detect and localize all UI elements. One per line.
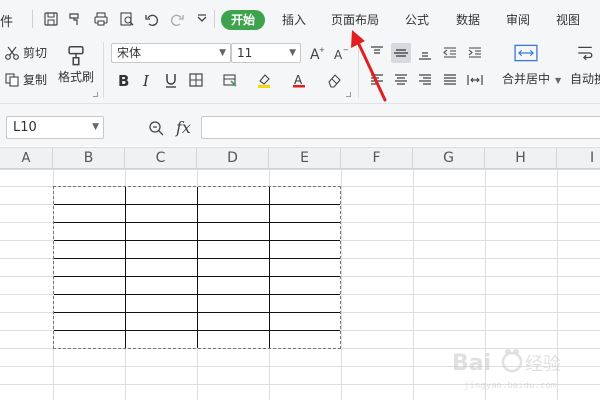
align-middle-icon[interactable] <box>391 43 411 63</box>
font-name-select[interactable]: 宋体 ▼ <box>111 43 231 63</box>
column-header-h[interactable]: H <box>485 148 557 169</box>
column-header-i[interactable]: I <box>557 148 600 169</box>
file-menu-partial[interactable]: 件 <box>0 11 13 30</box>
font-size-value: 11 <box>237 46 253 60</box>
clipboard-group-launcher[interactable] <box>93 92 98 97</box>
borders-icon[interactable] <box>186 70 206 90</box>
scissors-icon <box>5 46 19 60</box>
chevron-down-icon: ▼ <box>92 122 99 132</box>
align-right-icon[interactable] <box>415 70 435 90</box>
font-size-select[interactable]: 11 ▼ <box>231 43 301 63</box>
increase-indent-icon[interactable] <box>465 43 485 63</box>
formula-bar: L10 ▼ fx <box>0 104 600 146</box>
tab-review[interactable]: 审阅 <box>505 10 531 30</box>
merge-center-button[interactable]: 合并居中 <box>502 44 550 87</box>
column-header-e[interactable]: E <box>269 148 341 169</box>
merge-cells-icon <box>514 44 538 62</box>
justify-icon[interactable] <box>440 70 460 90</box>
ribbon-home: 剪切 复制 格式刷 宋体 ▼ 11 ▼ A + A − B I A 合并居中 ▼… <box>0 38 600 104</box>
tab-insert[interactable]: 插入 <box>281 10 307 30</box>
decrease-font-size-icon[interactable]: A − <box>331 43 351 63</box>
auto-wrap-label: 自动换 <box>570 72 600 86</box>
font-name-value: 宋体 <box>117 46 142 60</box>
column-header-c[interactable]: C <box>125 148 197 169</box>
menu-separator <box>214 10 215 28</box>
tab-home[interactable]: 开始 <box>221 10 266 30</box>
paintbrush-icon <box>68 45 84 66</box>
name-box[interactable]: L10 ▼ <box>6 116 104 139</box>
svg-text:jingyan.baidu.com: jingyan.baidu.com <box>464 381 556 391</box>
format-painter-button[interactable]: 格式刷 <box>58 44 94 85</box>
baidu-jingyan-watermark: Bai 经验 jingyan.baidu.com <box>450 340 590 395</box>
undo-icon[interactable] <box>143 11 161 27</box>
align-top-icon[interactable] <box>367 43 387 63</box>
bold-icon[interactable]: B <box>113 70 133 90</box>
column-header-f[interactable]: F <box>341 148 413 169</box>
watermark-logo-icon: Bai 经验 jingyan.baidu.com <box>452 349 561 391</box>
tab-formulas[interactable]: 公式 <box>404 10 430 30</box>
redo-icon[interactable] <box>168 11 186 27</box>
column-header-g[interactable]: G <box>413 148 485 169</box>
menu-separator <box>32 10 33 28</box>
svg-text:−: − <box>343 46 349 54</box>
font-color-icon[interactable]: A <box>289 70 309 90</box>
menu-bar: 件 开始 插入 页面布局 公式 数据 审阅 视图 <box>0 0 600 38</box>
fill-color-icon[interactable] <box>254 70 274 90</box>
svg-text:A: A <box>294 73 303 87</box>
column-header-d[interactable]: D <box>197 148 269 169</box>
group-separator <box>358 42 359 98</box>
svg-text:I: I <box>142 72 150 88</box>
table-border <box>197 187 198 348</box>
align-left-icon[interactable] <box>367 70 387 90</box>
chevron-down-icon: ▼ <box>289 48 296 58</box>
customize-dropdown-icon[interactable] <box>193 11 211 27</box>
distributed-align-icon[interactable] <box>465 70 485 90</box>
format-painter-label: 格式刷 <box>58 70 95 84</box>
table-border <box>125 187 126 348</box>
underline-icon[interactable] <box>161 70 181 90</box>
group-separator <box>103 42 104 98</box>
cut-label: 剪切 <box>23 46 48 60</box>
tab-page-layout[interactable]: 页面布局 <box>331 10 379 30</box>
cell-style-icon[interactable] <box>220 70 240 90</box>
column-header-a[interactable]: A <box>0 148 53 169</box>
copied-range-marquee[interactable] <box>53 186 341 349</box>
svg-text:+: + <box>319 46 325 54</box>
chevron-down-icon: ▼ <box>219 48 226 58</box>
save-icon[interactable] <box>42 11 60 27</box>
align-bottom-icon[interactable] <box>415 43 435 63</box>
align-center-icon[interactable] <box>391 70 411 90</box>
formula-input[interactable] <box>201 116 600 139</box>
font-group-launcher[interactable] <box>346 92 351 97</box>
increase-font-size-icon[interactable]: A + <box>307 43 327 63</box>
copy-label: 复制 <box>23 73 48 87</box>
name-box-value: L10 <box>13 120 37 135</box>
svg-text:Bai: Bai <box>452 351 491 376</box>
svg-text:A: A <box>334 48 343 61</box>
column-header-row: A B C D E F G H I <box>0 147 600 169</box>
decrease-indent-icon[interactable] <box>440 43 460 63</box>
italic-icon[interactable]: I <box>137 70 157 90</box>
insert-function-button[interactable]: fx <box>176 118 191 137</box>
svg-text:B: B <box>118 72 129 88</box>
tab-view[interactable]: 视图 <box>555 10 581 30</box>
zoom-search-icon[interactable] <box>148 120 164 139</box>
wrap-text-icon <box>578 46 593 61</box>
print-icon[interactable] <box>92 11 110 27</box>
column-header-b[interactable]: B <box>53 148 125 169</box>
chevron-down-icon[interactable]: ▼ <box>555 76 561 85</box>
cut-button[interactable]: 剪切 <box>4 44 47 61</box>
merge-center-label: 合并居中 <box>502 72 551 86</box>
copy-button[interactable]: 复制 <box>4 71 47 88</box>
copy-icon <box>5 72 19 87</box>
format-painter-quick-icon[interactable] <box>66 11 84 27</box>
clear-format-icon[interactable] <box>324 70 344 90</box>
tab-data[interactable]: 数据 <box>455 10 481 30</box>
svg-text:经验: 经验 <box>525 354 561 375</box>
print-preview-icon[interactable] <box>118 11 136 27</box>
table-border <box>269 187 270 348</box>
auto-wrap-button[interactable]: 自动换 <box>570 44 600 87</box>
